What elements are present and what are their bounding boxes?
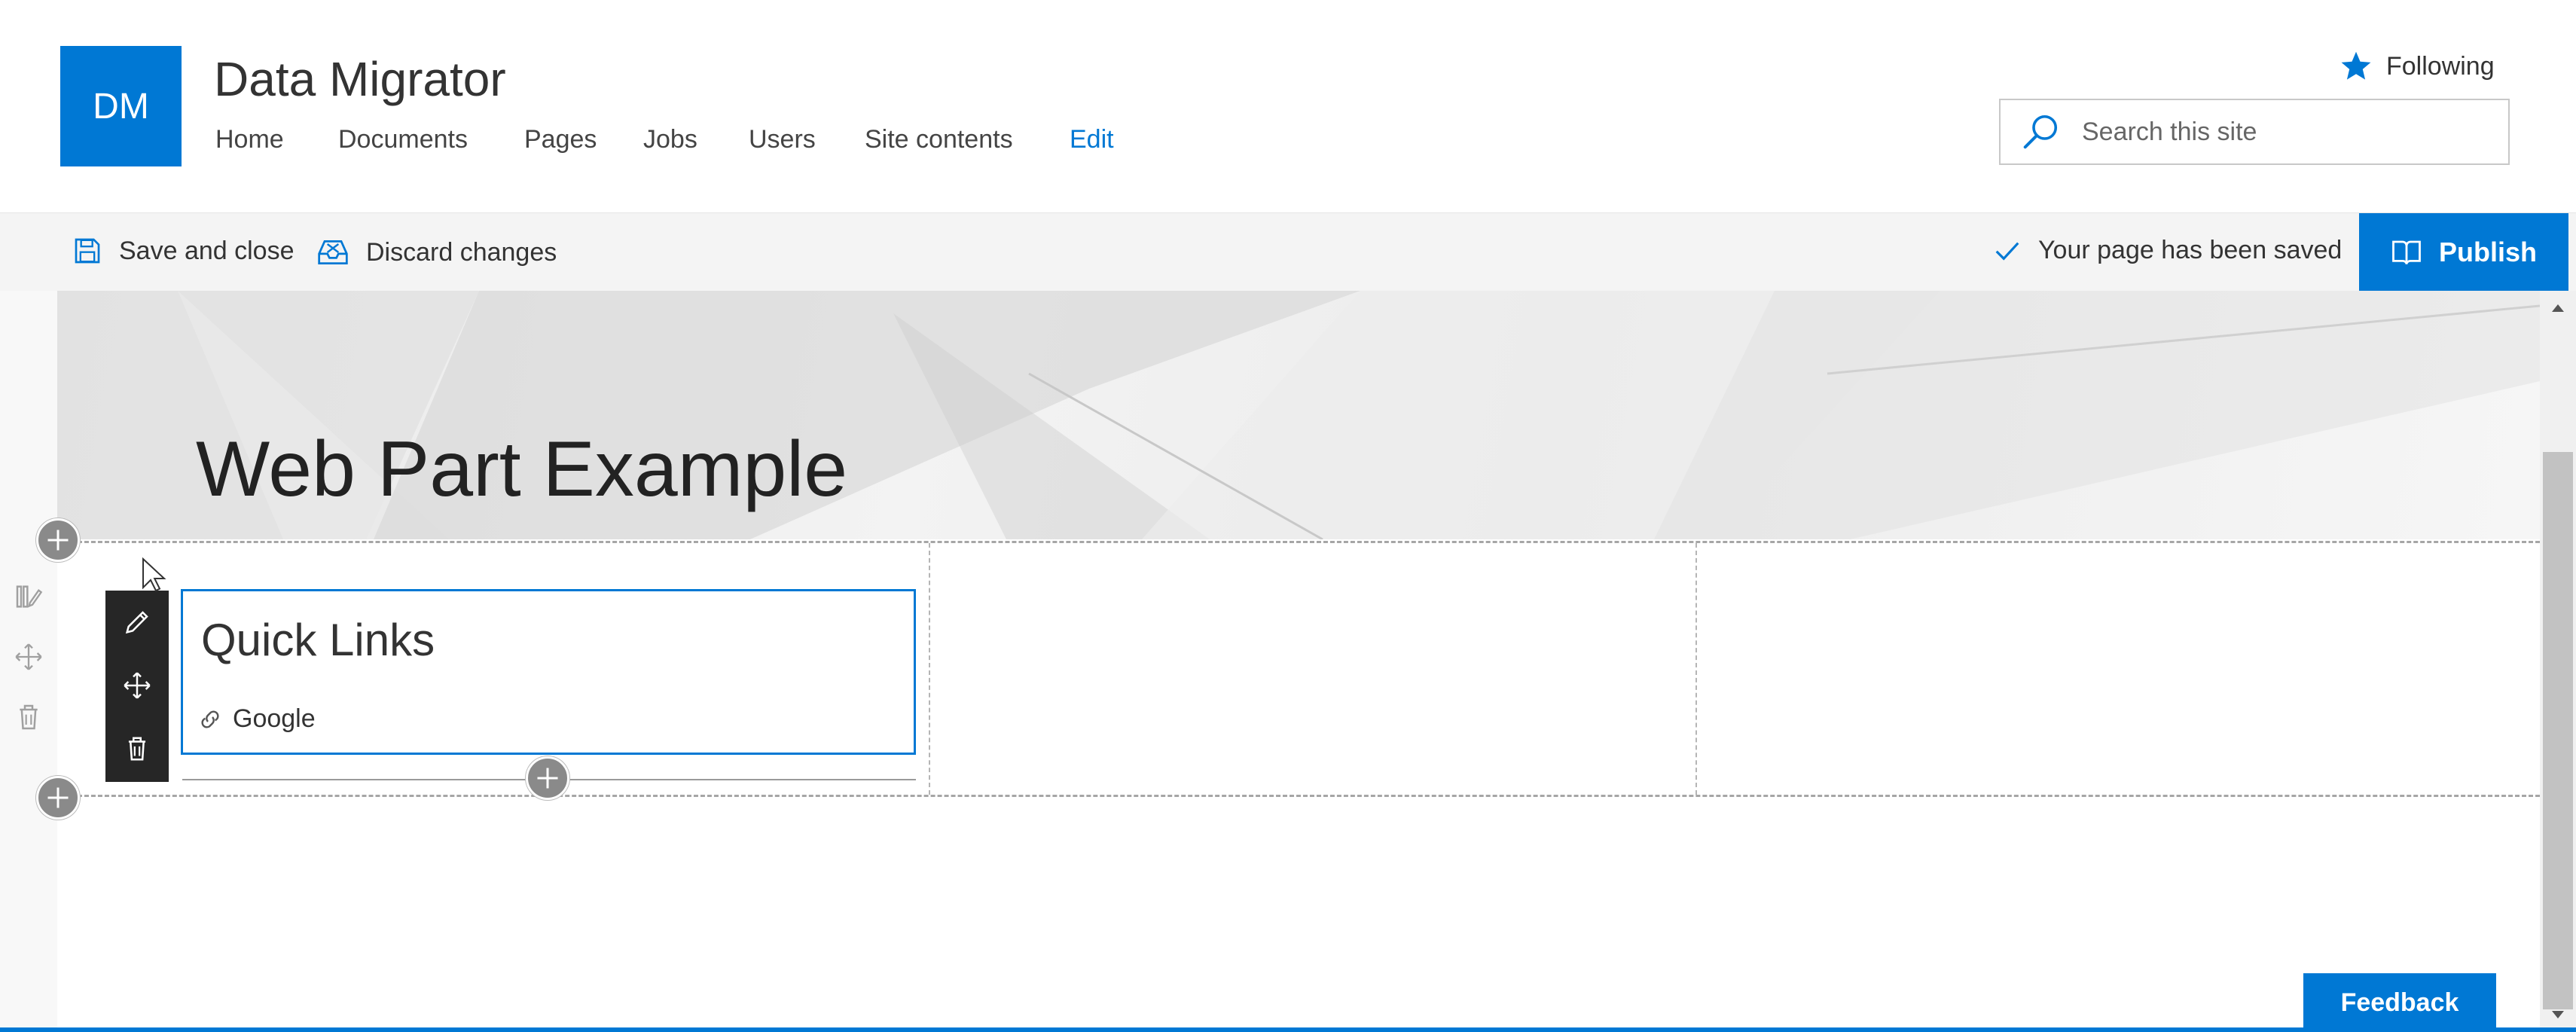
add-icon (47, 787, 69, 808)
column-divider (929, 543, 930, 795)
search-input[interactable] (2080, 116, 2490, 148)
move-section-icon[interactable] (14, 642, 44, 672)
pencil-icon (125, 611, 148, 634)
nav-pages[interactable]: Pages (524, 125, 597, 154)
nav-jobs[interactable]: Jobs (643, 125, 697, 154)
page-title[interactable]: Web Part Example (196, 425, 847, 514)
move-web-part-button[interactable] (105, 654, 169, 717)
add-icon (47, 530, 69, 551)
add-web-part-button[interactable] (526, 756, 569, 800)
add-icon (537, 768, 558, 789)
site-header: DM Data Migrator Home Documents Pages Jo… (0, 0, 2576, 212)
nav-edit[interactable]: Edit (1070, 125, 1114, 154)
mouse-cursor-icon (142, 557, 166, 592)
quick-link-item[interactable]: Google (197, 704, 316, 734)
search-icon (2023, 114, 2058, 149)
edit-command-bar: Save and close Discard changes Your page… (0, 212, 2576, 292)
nav-documents[interactable]: Documents (338, 125, 468, 154)
following-label: Following (2386, 51, 2495, 81)
quick-link-label: Google (233, 704, 316, 733)
nav-home[interactable]: Home (215, 125, 284, 154)
add-section-button[interactable] (36, 518, 80, 562)
scrollbar-thumb[interactable] (2543, 452, 2573, 1009)
delete-web-part-button[interactable] (105, 717, 169, 780)
link-icon (201, 710, 219, 728)
save-icon (75, 238, 100, 264)
nav-users[interactable]: Users (749, 125, 816, 154)
quick-links-title[interactable]: Quick Links (201, 614, 435, 666)
web-part-toolbar (105, 591, 169, 782)
edit-web-part-button[interactable] (105, 591, 169, 654)
quick-links-web-part[interactable]: Quick Links Google (181, 589, 916, 755)
column-divider (1695, 543, 1697, 795)
delete-section-icon[interactable] (14, 702, 44, 732)
publish-button[interactable]: Publish (2359, 213, 2568, 292)
site-title[interactable]: Data Migrator (214, 51, 506, 107)
title-banner: Web Part Example (57, 291, 2540, 539)
move-icon (124, 672, 151, 699)
following-button[interactable]: Following (2339, 44, 2495, 89)
checkmark-icon (1995, 242, 2019, 261)
feedback-button[interactable]: Feedback (2303, 973, 2496, 1032)
save-status: Your page has been saved (1993, 236, 2342, 265)
publish-label: Publish (2438, 237, 2537, 267)
publish-icon (2392, 240, 2421, 264)
scroll-up-arrow-icon[interactable] (2540, 297, 2576, 319)
discard-changes-button[interactable]: Discard changes (316, 236, 557, 269)
save-and-close-button[interactable]: Save and close (72, 236, 295, 266)
window-bottom-border (0, 1027, 2576, 1032)
save-status-text: Your page has been saved (2038, 236, 2343, 264)
star-icon (2341, 51, 2371, 80)
site-search-box[interactable] (1999, 99, 2510, 165)
site-logo[interactable]: DM (60, 46, 182, 166)
add-section-button[interactable] (36, 776, 80, 820)
edit-section-icon[interactable] (14, 582, 44, 612)
discard-changes-label: Discard changes (366, 237, 557, 267)
discard-icon (318, 240, 348, 265)
save-and-close-label: Save and close (119, 236, 295, 265)
trash-icon (128, 737, 146, 761)
nav-site-contents[interactable]: Site contents (865, 125, 1013, 154)
